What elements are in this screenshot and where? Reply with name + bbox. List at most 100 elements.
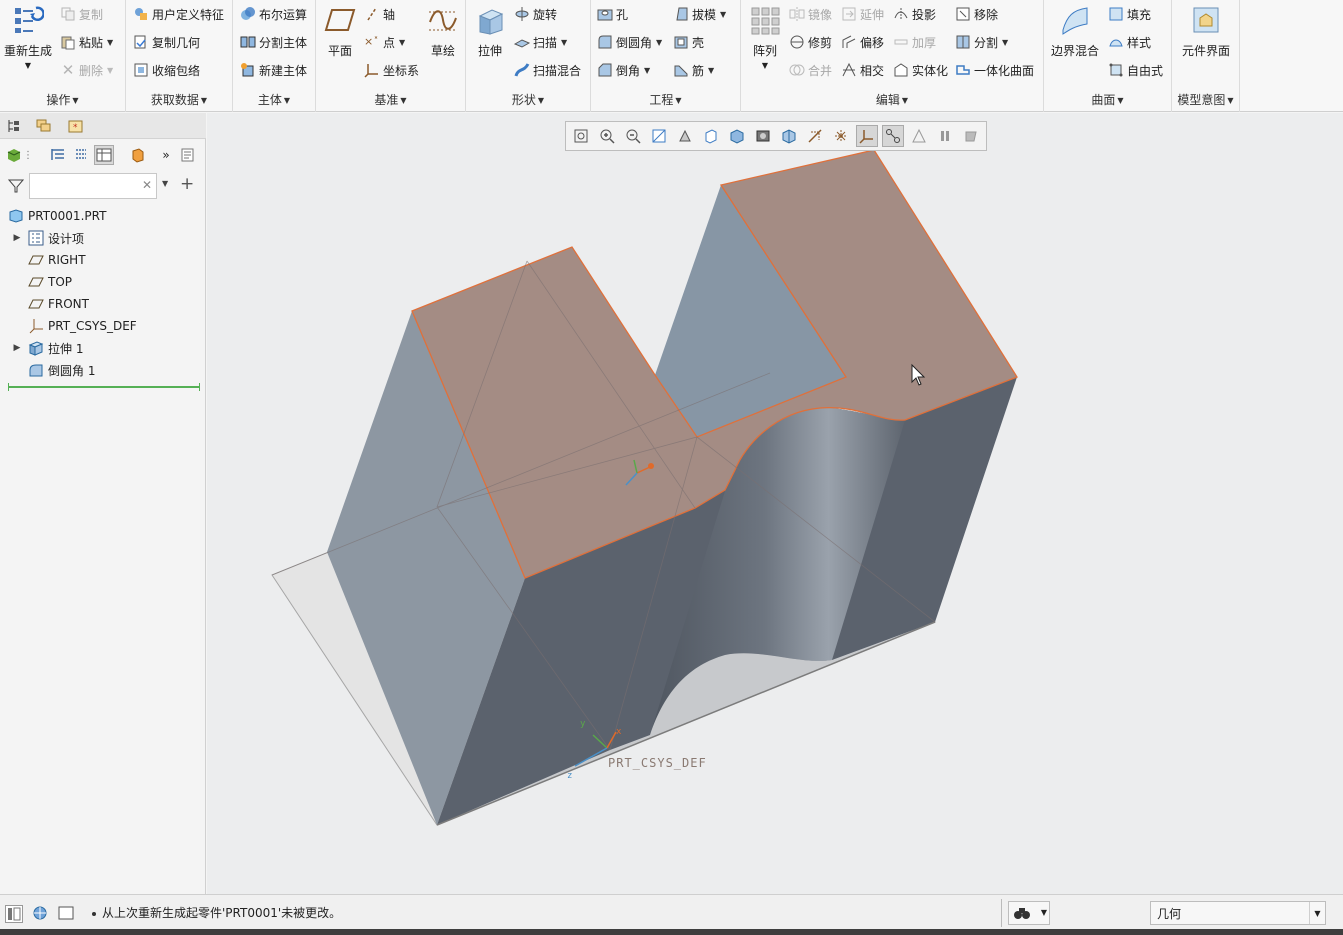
new-body-button[interactable]: 新建主体 — [240, 59, 307, 81]
show-icon[interactable] — [4, 145, 24, 165]
round-button[interactable]: 倒圆角 ▼ — [597, 31, 662, 53]
fill-button[interactable]: 填充 — [1108, 3, 1151, 25]
feature-icon[interactable] — [128, 145, 148, 165]
rib-dropdown-icon[interactable]: ▼ — [708, 66, 714, 75]
zoom-out-icon[interactable] — [622, 125, 644, 147]
saved-views-icon[interactable] — [726, 125, 748, 147]
tree-item-csys[interactable]: PRT_CSYS_DEF — [0, 315, 206, 337]
style-button[interactable]: 样式 — [1108, 31, 1151, 53]
selection-filter[interactable]: 几何 ▼ — [1150, 901, 1326, 925]
tree-item-top[interactable]: TOP — [0, 271, 206, 293]
copy-button[interactable]: 复制 — [60, 3, 103, 25]
find-dropdown-icon[interactable]: ▼ — [1041, 908, 1047, 917]
component-interface-button[interactable]: 元件界面 — [1178, 4, 1234, 59]
point-display-icon[interactable] — [830, 125, 852, 147]
boundary-blend-button[interactable]: 边界混合 — [1047, 4, 1103, 59]
remove-button[interactable]: 移除 — [955, 3, 998, 25]
trim-button[interactable]: 修剪 — [789, 31, 832, 53]
perspective-icon[interactable] — [674, 125, 696, 147]
pattern-button[interactable]: 阵列 ▼ — [742, 4, 788, 70]
repaint-icon[interactable] — [648, 125, 670, 147]
datum-display-icon[interactable] — [804, 125, 826, 147]
fullscreen-icon[interactable] — [58, 905, 76, 923]
tree-item-front[interactable]: FRONT — [0, 293, 206, 315]
tree-item-round[interactable]: 倒圆角 1 — [0, 359, 206, 381]
round-dropdown-icon[interactable]: ▼ — [656, 38, 662, 47]
spin-center-icon[interactable] — [908, 125, 930, 147]
refit-icon[interactable] — [570, 125, 592, 147]
zoom-in-icon[interactable] — [596, 125, 618, 147]
plane-button[interactable]: 平面 — [317, 4, 363, 59]
tree-search-input[interactable] — [29, 173, 157, 199]
selection-filter-dropdown-icon[interactable]: ▼ — [1309, 902, 1325, 924]
split-button[interactable]: 分割 ▼ — [955, 31, 1008, 53]
regenerate-dropdown-icon[interactable]: ▼ — [25, 61, 31, 70]
split-body-button[interactable]: 分割主体 — [240, 31, 307, 53]
freestyle-button[interactable]: 自由式 — [1108, 59, 1163, 81]
rib-button[interactable]: 筋 ▼ — [673, 59, 714, 81]
tree-item-design-items[interactable]: ▶ 设计项 — [0, 227, 206, 249]
split-dropdown-icon[interactable]: ▼ — [1002, 38, 1008, 47]
group-model-intent-label[interactable]: 模型意图 ▼ — [1172, 91, 1239, 108]
boolean-button[interactable]: 布尔运算 — [240, 3, 307, 25]
toggle-navigator-icon[interactable] — [5, 905, 23, 923]
annotation-display-icon[interactable] — [882, 125, 904, 147]
shell-button[interactable]: 壳 — [673, 31, 704, 53]
point-dropdown-icon[interactable]: ▼ — [399, 38, 405, 47]
toggle-browser-icon[interactable] — [31, 905, 51, 923]
tree-filter-list-icon[interactable] — [70, 145, 90, 165]
add-icon[interactable]: + — [180, 174, 194, 194]
draft-button[interactable]: 拔模 ▼ — [673, 3, 726, 25]
mirror-button[interactable]: 镜像 — [789, 3, 832, 25]
more-icon[interactable]: » — [156, 145, 176, 165]
csys-button[interactable]: 坐标系 — [364, 59, 419, 81]
tab-model-tree[interactable] — [3, 115, 25, 137]
merge-button[interactable]: 合并 — [789, 59, 832, 81]
filter-icon[interactable] — [7, 178, 25, 194]
project-button[interactable]: 投影 — [893, 3, 936, 25]
stop-icon[interactable] — [960, 125, 982, 147]
shrinkwrap-button[interactable]: 收缩包络 — [133, 59, 200, 81]
pause-icon[interactable] — [934, 125, 956, 147]
group-get-data-label[interactable]: 获取数据 ▼ — [126, 91, 232, 108]
group-editing-label[interactable]: 编辑 ▼ — [741, 91, 1043, 108]
tab-favorites[interactable]: * — [65, 115, 87, 137]
sweep-button[interactable]: 扫描 ▼ — [514, 31, 567, 53]
revolve-button[interactable]: 旋转 — [514, 3, 557, 25]
display-style-icon[interactable] — [700, 125, 722, 147]
tree-item-part[interactable]: PRT0001.PRT — [0, 205, 206, 227]
clear-search-icon[interactable]: ✕ — [142, 178, 152, 192]
tree-item-right[interactable]: RIGHT — [0, 249, 206, 271]
swept-blend-button[interactable]: 扫描混合 — [514, 59, 581, 81]
group-body-label[interactable]: 主体 ▼ — [233, 91, 315, 108]
csys-display-icon[interactable] — [856, 125, 878, 147]
udf-button[interactable]: 用户定义特征 — [133, 3, 224, 25]
pattern-dropdown-icon[interactable]: ▼ — [762, 61, 768, 70]
paste-dropdown-icon[interactable]: ▼ — [107, 38, 113, 47]
expand-arrow-icon[interactable]: ▶ — [12, 233, 22, 243]
group-engineering-label[interactable]: 工程 ▼ — [591, 91, 740, 108]
expand-arrow-icon[interactable]: ▶ — [12, 343, 22, 353]
search-dropdown-icon[interactable]: ▼ — [162, 179, 168, 188]
group-surfaces-label[interactable]: 曲面 ▼ — [1044, 91, 1171, 108]
extrude-button[interactable]: 拉伸 — [467, 4, 513, 59]
intersect-button[interactable]: 相交 — [841, 59, 884, 81]
settings-icon[interactable] — [178, 145, 198, 165]
delete-button[interactable]: ✕ 删除 ▼ — [60, 59, 113, 81]
extend-button[interactable]: 延伸 — [841, 3, 884, 25]
sketch-button[interactable]: 草绘 — [420, 4, 466, 59]
sweep-dropdown-icon[interactable]: ▼ — [561, 38, 567, 47]
regenerate-button[interactable]: 重新生成 ▼ — [4, 4, 52, 70]
graphics-viewport[interactable]: y x z PRT_CSYS_DEF — [207, 113, 1343, 894]
solidify-button[interactable]: 实体化 — [893, 59, 948, 81]
hole-button[interactable]: 孔 — [597, 3, 628, 25]
group-operations-label[interactable]: 操作 ▼ — [0, 91, 125, 108]
draft-dropdown-icon[interactable]: ▼ — [720, 10, 726, 19]
thicken-button[interactable]: 加厚 — [893, 31, 936, 53]
unify-surface-button[interactable]: 一体化曲面 — [955, 59, 1034, 81]
chamfer-dropdown-icon[interactable]: ▼ — [644, 66, 650, 75]
paste-button[interactable]: 粘贴 ▼ — [60, 31, 113, 53]
find-button[interactable]: ▼ — [1008, 901, 1050, 925]
tree-columns-icon[interactable] — [94, 145, 114, 165]
tree-item-extrude[interactable]: ▶ 拉伸 1 — [0, 337, 206, 359]
